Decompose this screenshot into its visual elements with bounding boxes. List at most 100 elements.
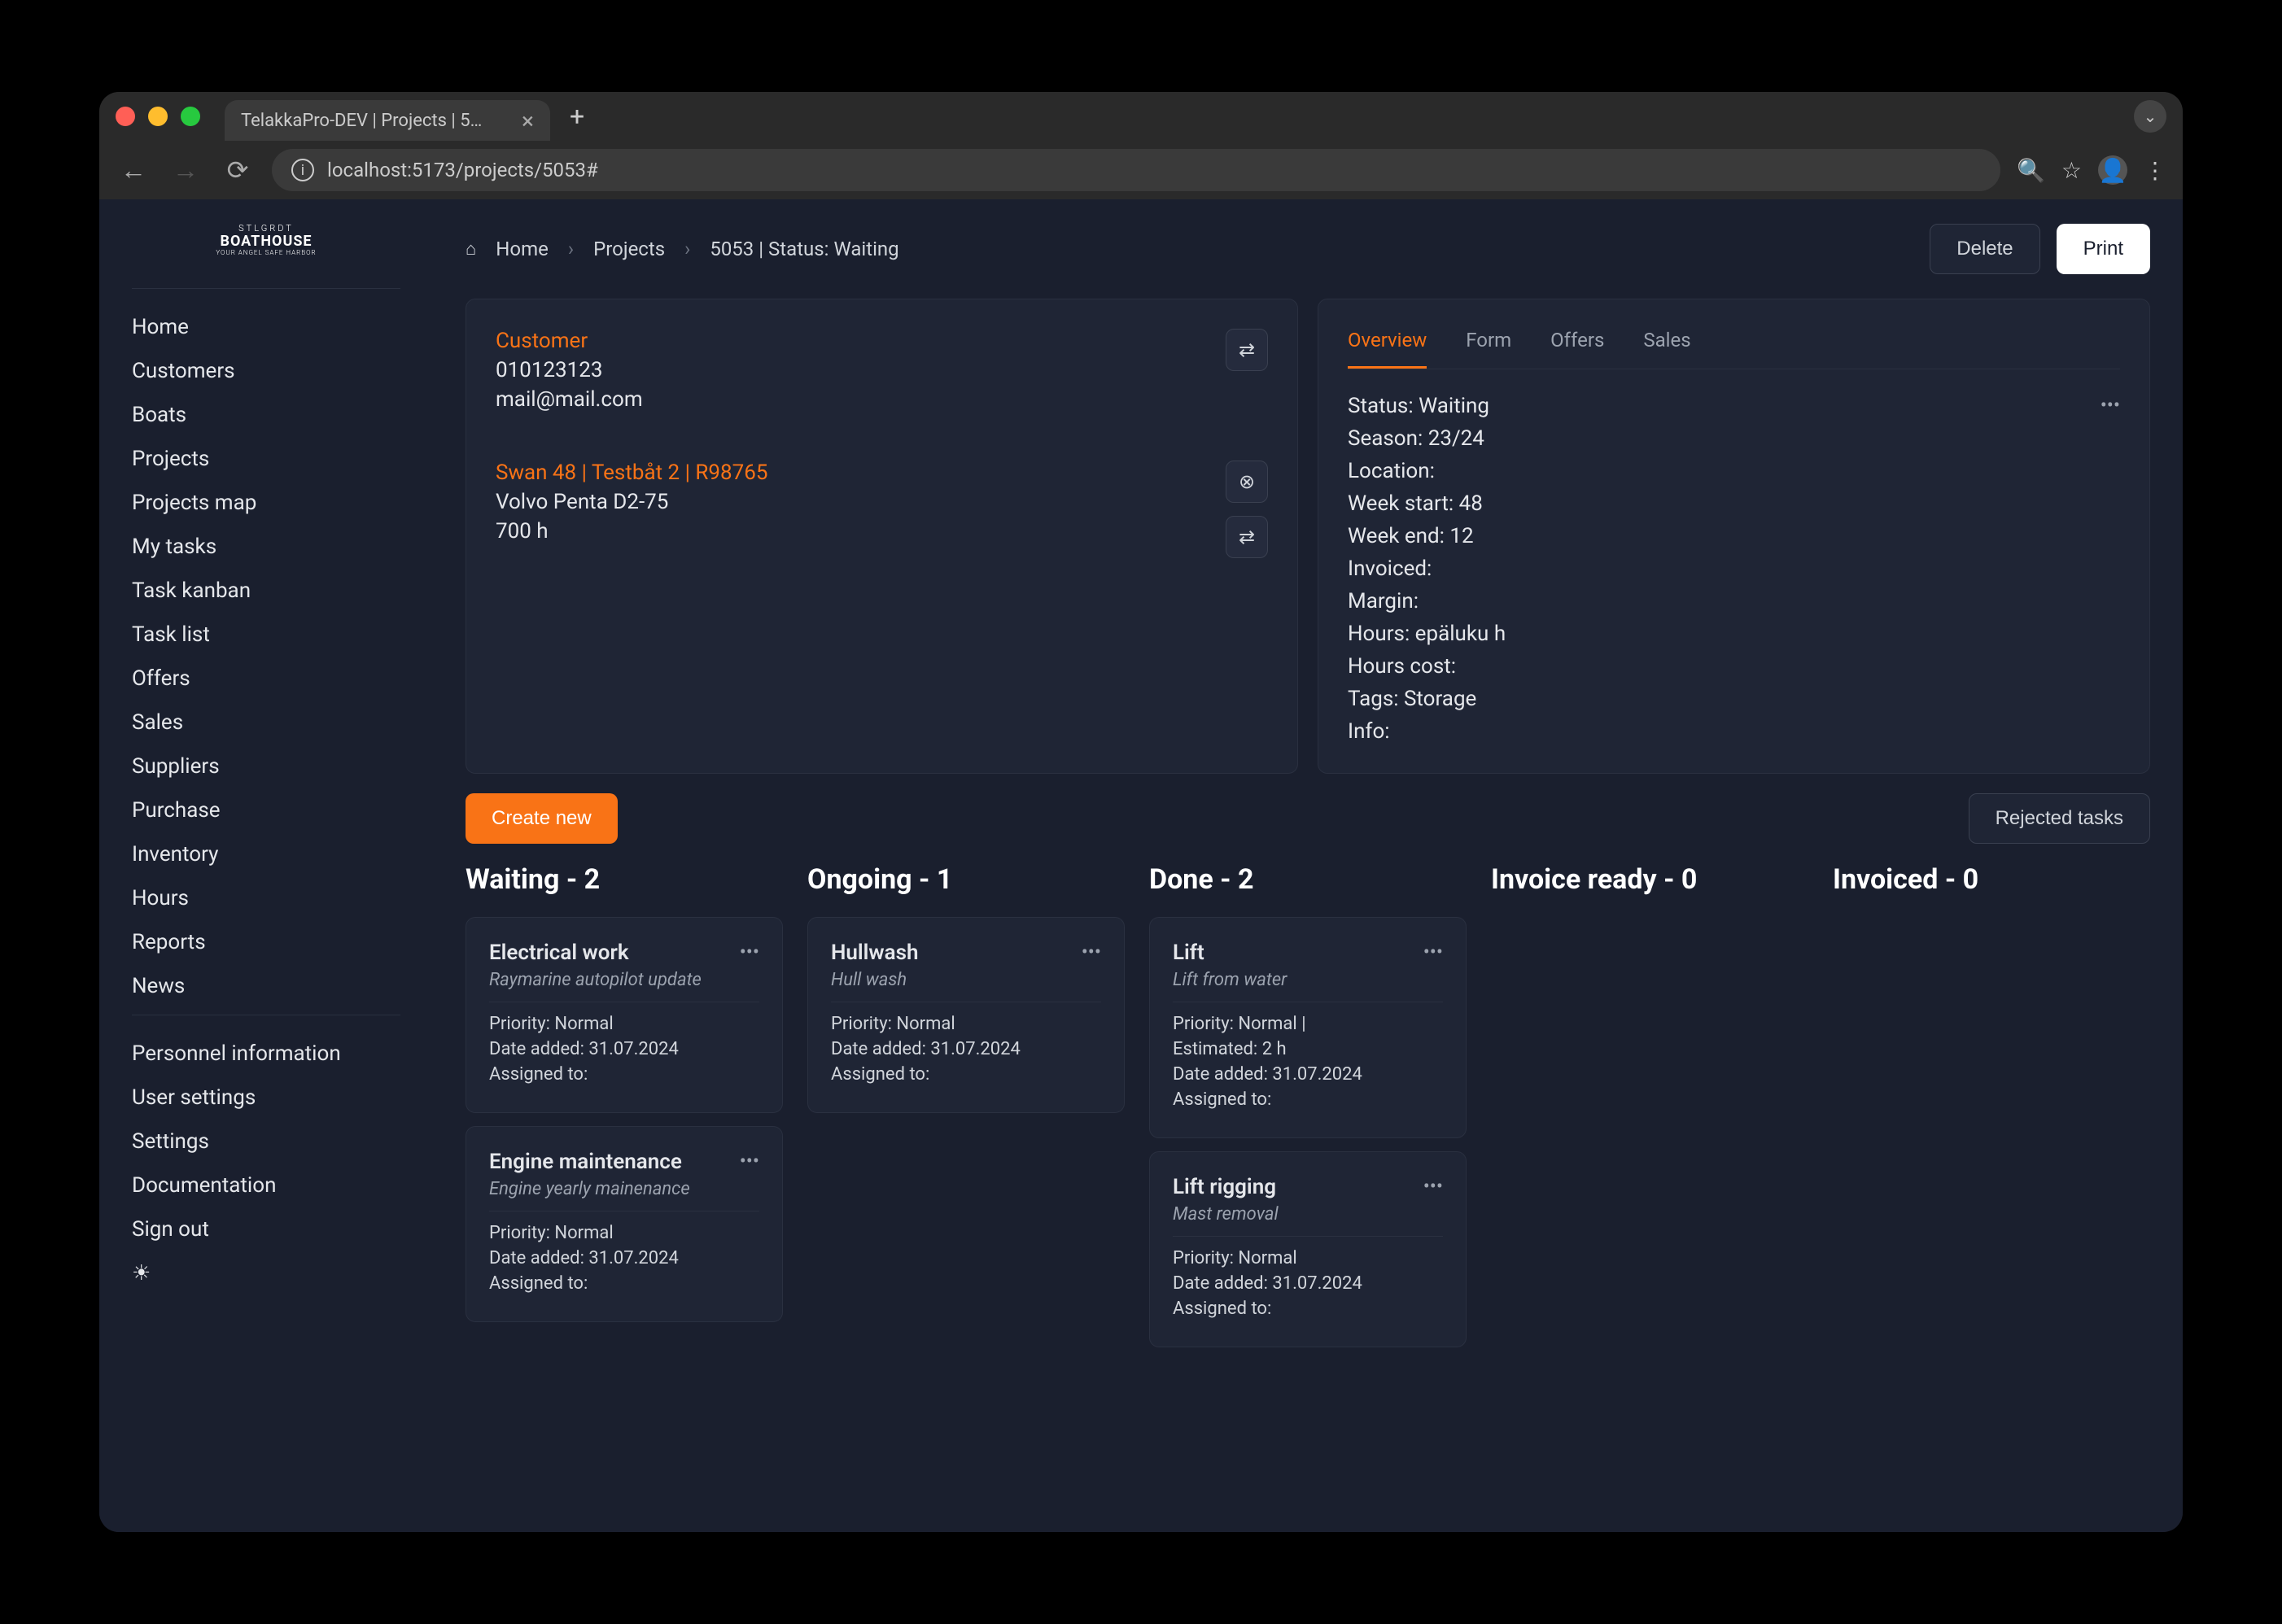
sidebar-item-reports[interactable]: Reports	[132, 920, 400, 964]
zoom-icon[interactable]: 🔍	[2017, 157, 2045, 184]
location-line: Location:	[1348, 459, 2101, 483]
kanban-column: Waiting - 2Electrical work•••Raymarine a…	[466, 863, 783, 1347]
sidebar-item-task-list[interactable]: Task list	[132, 613, 400, 657]
task-meta: Assigned to:	[1173, 1299, 1443, 1319]
task-meta: Date added: 31.07.2024	[831, 1039, 1101, 1059]
sidebar-item-sales[interactable]: Sales	[132, 701, 400, 744]
remove-boat-button[interactable]	[1226, 461, 1268, 503]
reload-button[interactable]: ⟳	[220, 155, 256, 186]
close-tab-icon[interactable]: ×	[522, 107, 534, 134]
chevron-right-icon: ›	[684, 238, 690, 260]
window-close-button[interactable]	[116, 107, 135, 126]
task-meta: Date added: 31.07.2024	[489, 1248, 759, 1268]
customer-boat-panel: Customer 010123123 mail@mail.com Swan 48…	[466, 299, 1298, 774]
menu-icon[interactable]: ⋮	[2144, 157, 2166, 184]
task-more-button[interactable]: •••	[1082, 941, 1101, 965]
sidebar-item-purchase[interactable]: Purchase	[132, 788, 400, 832]
task-subtitle: Raymarine autopilot update	[489, 970, 759, 1002]
task-meta: Priority: Normal	[489, 1014, 759, 1034]
task-card[interactable]: Electrical work••• Raymarine autopilot up…	[466, 917, 783, 1113]
forward-button[interactable]: →	[168, 155, 203, 186]
task-more-button[interactable]: •••	[1423, 941, 1443, 965]
traffic-lights	[116, 107, 200, 126]
sidebar-item-task-kanban[interactable]: Task kanban	[132, 569, 400, 613]
print-button[interactable]: Print	[2057, 224, 2150, 274]
breadcrumb-projects[interactable]: Projects	[593, 238, 665, 260]
task-card[interactable]: Engine maintenance•••Engine yearly maine…	[466, 1126, 783, 1322]
logo: STLGRDT BOATHOUSE YOUR ANGEL SAFE HARBOR	[132, 224, 400, 257]
customer-label[interactable]: Customer	[496, 329, 1226, 353]
task-meta: Priority: Normal	[489, 1223, 759, 1243]
sidebar-item-hours[interactable]: Hours	[132, 876, 400, 920]
window-maximize-button[interactable]	[181, 107, 200, 126]
new-tab-button[interactable]: +	[570, 101, 584, 132]
tags-line: Tags: Storage	[1348, 687, 2101, 711]
sidebar-item-news[interactable]: News	[132, 964, 400, 1008]
task-more-button[interactable]: •••	[740, 941, 759, 965]
swap-boat-button[interactable]	[1226, 516, 1268, 558]
task-card[interactable]: Lift rigging•••Mast removalPriority: Nor…	[1149, 1151, 1467, 1347]
task-meta: Date added: 31.07.2024	[1173, 1273, 1443, 1294]
task-card[interactable]: Lift•••Lift from waterPriority: Normal |…	[1149, 917, 1467, 1138]
back-button[interactable]: ←	[116, 155, 151, 186]
season-line: Season: 23/24	[1348, 426, 2101, 451]
task-meta: Assigned to:	[489, 1064, 759, 1085]
kanban-column: Done - 2Lift•••Lift from waterPriority: …	[1149, 863, 1467, 1347]
sidebar-item-projects[interactable]: Projects	[132, 437, 400, 481]
task-more-button[interactable]: •••	[1423, 1175, 1443, 1199]
sidebar-item-sign-out[interactable]: Sign out	[132, 1207, 400, 1251]
sidebar-item-my-tasks[interactable]: My tasks	[132, 525, 400, 569]
column-title: Ongoing - 1	[807, 863, 1125, 896]
sidebar-item-personnel-information[interactable]: Personnel information	[132, 1032, 400, 1076]
overview-more-button[interactable]: •••	[2101, 394, 2120, 744]
home-icon[interactable]: ⌂	[466, 238, 476, 260]
url-bar[interactable]: i localhost:5173/projects/5053#	[272, 149, 2000, 191]
delete-button[interactable]: Delete	[1930, 224, 2039, 274]
boat-info: Swan 48 | Testbåt 2 | R98765 Volvo Penta…	[496, 461, 1226, 544]
overview-tabs: Overview Form Offers Sales	[1348, 329, 2120, 369]
breadcrumb-home[interactable]: Home	[496, 238, 549, 260]
task-more-button[interactable]: •••	[740, 1150, 759, 1174]
sidebar-item-boats[interactable]: Boats	[132, 393, 400, 437]
task-card[interactable]: Hullwash•••Hull washPriority: NormalDate…	[807, 917, 1125, 1113]
sidebar-item-customers[interactable]: Customers	[132, 349, 400, 393]
profile-button[interactable]: 👤	[2098, 155, 2127, 185]
tabs-dropdown-button[interactable]: ⌄	[2134, 100, 2166, 133]
sidebar-item-suppliers[interactable]: Suppliers	[132, 744, 400, 788]
tab-offers[interactable]: Offers	[1550, 329, 1604, 369]
sidebar: STLGRDT BOATHOUSE YOUR ANGEL SAFE HARBOR…	[99, 199, 433, 1532]
tab-sales[interactable]: Sales	[1643, 329, 1690, 369]
rejected-tasks-button[interactable]: Rejected tasks	[1969, 793, 2150, 844]
task-title: Electrical work	[489, 941, 740, 965]
hourscost-line: Hours cost:	[1348, 654, 2101, 679]
tab-overview[interactable]: Overview	[1348, 329, 1427, 369]
swap-customer-button[interactable]	[1226, 329, 1268, 371]
sidebar-item-projects-map[interactable]: Projects map	[132, 481, 400, 525]
task-title: Lift	[1173, 941, 1423, 965]
create-new-button[interactable]: Create new	[466, 793, 618, 844]
bookmark-icon[interactable]: ☆	[2061, 157, 2082, 184]
browser-window: TelakkaPro-DEV | Projects | 5… × + ⌄ ← →…	[99, 92, 2183, 1532]
column-title: Invoiced - 0	[1833, 863, 2150, 896]
sidebar-item-settings[interactable]: Settings	[132, 1120, 400, 1163]
sidebar-item-home[interactable]: Home	[132, 305, 400, 349]
task-title: Hullwash	[831, 941, 1082, 965]
sidebar-item-offers[interactable]: Offers	[132, 657, 400, 701]
task-header: Hullwash•••	[831, 941, 1101, 965]
window-minimize-button[interactable]	[148, 107, 168, 126]
sidebar-item-inventory[interactable]: Inventory	[132, 832, 400, 876]
boat-label[interactable]: Swan 48 | Testbåt 2 | R98765	[496, 461, 1226, 485]
tab-form[interactable]: Form	[1466, 329, 1511, 369]
sidebar-item-user-settings[interactable]: User settings	[132, 1076, 400, 1120]
column-title: Waiting - 2	[466, 863, 783, 896]
sidebar-item-documentation[interactable]: Documentation	[132, 1163, 400, 1207]
boat-actions	[1226, 461, 1268, 558]
browser-tab[interactable]: TelakkaPro-DEV | Projects | 5… ×	[225, 100, 550, 141]
task-title: Engine maintenance	[489, 1150, 740, 1174]
site-info-icon[interactable]: i	[291, 159, 314, 181]
task-header: Lift•••	[1173, 941, 1443, 965]
task-subtitle: Hull wash	[831, 970, 1101, 1002]
weekstart-line: Week start: 48	[1348, 491, 2101, 516]
theme-toggle[interactable]: ☀	[132, 1251, 400, 1295]
task-meta: Assigned to:	[489, 1273, 759, 1294]
